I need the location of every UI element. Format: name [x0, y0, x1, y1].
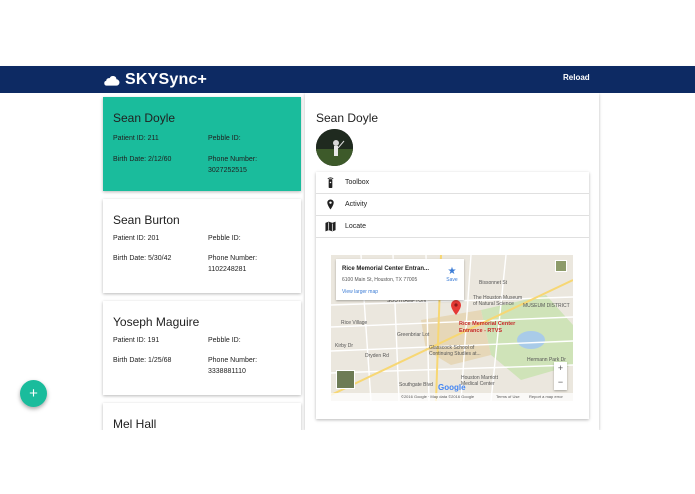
phone-label: Phone Number: [208, 156, 258, 163]
brand[interactable]: SKYSync+ [103, 69, 207, 90]
patient-menu: Toolbox Activity Locate SOUTHAMPTON Rice… [316, 172, 589, 419]
phone-number: 1102248281 [208, 266, 247, 273]
place-name: Rice Memorial Center Entran... [342, 266, 430, 272]
map-footer: ©2016 Google · Map data ©2016 Google Ter… [331, 393, 573, 401]
map-label-museum-district: MUSEUM DISTRICT [523, 303, 570, 309]
menu-item-locate[interactable]: Locate [316, 216, 589, 238]
top-navbar: SKYSync+ Reload [0, 66, 695, 93]
patient-card-sean-burton[interactable]: Sean Burton Patient ID: 201 Pebble ID: B… [103, 199, 301, 293]
map-label-rice-village: Rice Village [341, 320, 368, 326]
location-pin-icon [327, 199, 334, 210]
content-area: Sean Doyle Patient ID: 211 Pebble ID: Bi… [0, 93, 695, 430]
patient-name: Mel Hall [113, 417, 157, 430]
patient-id: Patient ID: 191 [113, 337, 160, 344]
pebble-id: Pebble ID: [208, 235, 241, 242]
patient-id: Patient ID: 211 [113, 135, 159, 142]
zoom-controls: + − [554, 362, 567, 390]
menu-item-activity[interactable]: Activity [316, 194, 589, 216]
cloud-icon [104, 75, 120, 86]
reload-button[interactable]: Reload [563, 73, 590, 82]
location-map[interactable]: SOUTHAMPTON Rice Village Greenbriar Lot … [331, 255, 573, 401]
phone-number: 3027252515 [208, 167, 247, 174]
view-larger-map-link[interactable]: View larger map [342, 289, 378, 295]
map-label-marriott-2: Medical Center [461, 381, 495, 387]
map-footer-report[interactable]: Report a map error [529, 393, 563, 401]
phone-label: Phone Number: [208, 255, 258, 262]
map-footer-terms[interactable]: Terms of Use [496, 393, 520, 401]
patient-card-sean-doyle[interactable]: Sean Doyle Patient ID: 211 Pebble ID: Bi… [103, 97, 301, 191]
birth-date: Birth Date: 2/12/60 [113, 156, 172, 163]
google-logo: Google [438, 383, 466, 392]
phone-number: 3338881110 [208, 368, 246, 375]
street-view-thumbnail[interactable] [555, 260, 567, 272]
map-label-bissonnet: Bissonnet St [479, 280, 508, 286]
menu-label: Activity [345, 201, 368, 208]
save-place-button[interactable]: ★ Save [444, 266, 460, 284]
remote-icon [327, 177, 334, 188]
map-place-card: Rice Memorial Center Entran... 6100 Main… [336, 259, 464, 300]
birth-date: Birth Date: 1/25/68 [113, 357, 172, 364]
menu-label: Toolbox [345, 179, 370, 186]
map-label-dryden: Dryden Rd [365, 353, 389, 359]
app-title: SKYSync+ [125, 70, 208, 88]
pebble-id: Pebble ID: [208, 337, 241, 344]
map-label-kirby: Kirby Dr [335, 343, 354, 349]
add-patient-button[interactable]: + [20, 380, 47, 407]
map-icon [325, 221, 336, 232]
map-label-southgate: Southgate Blvd [399, 382, 433, 388]
patient-card-mel-hall[interactable]: Mel Hall [103, 403, 301, 430]
menu-item-toolbox[interactable]: Toolbox [316, 172, 589, 194]
star-icon: ★ [447, 266, 457, 277]
patient-card-yoseph-maguire[interactable]: Yoseph Maguire Patient ID: 191 Pebble ID… [103, 301, 301, 395]
map-footer-data: ©2016 Google · Map data ©2016 Google [401, 394, 475, 399]
patient-name: Sean Burton [113, 213, 180, 227]
zoom-out-button[interactable]: − [554, 376, 567, 390]
satellite-thumbnail[interactable] [336, 370, 355, 389]
map-pin-label: Rice Memorial Center Entrance - RTVS [459, 321, 516, 334]
zoom-in-button[interactable]: + [554, 362, 567, 376]
map-label-glasscock-2: Continuing Studies at... [429, 351, 481, 357]
patient-name: Sean Doyle [113, 111, 176, 125]
map-label-museum-2: of Natural Science [473, 301, 514, 307]
patient-detail-panel: Sean Doyle Toolbox Activity Locate SOUTH… [305, 93, 599, 430]
pebble-id: Pebble ID: [208, 135, 241, 142]
patient-id: Patient ID: 201 [113, 235, 160, 242]
birth-date: Birth Date: 5/30/42 [113, 255, 172, 262]
menu-label: Locate [345, 223, 367, 230]
phone-label: Phone Number: [208, 357, 258, 364]
avatar [316, 129, 353, 166]
patient-name: Yoseph Maguire [113, 315, 200, 329]
map-label-greenbriar: Greenbriar Lot [397, 332, 430, 338]
detail-patient-name: Sean Doyle [316, 111, 379, 125]
place-address: 6100 Main St, Houston, TX 77005 [342, 277, 418, 283]
